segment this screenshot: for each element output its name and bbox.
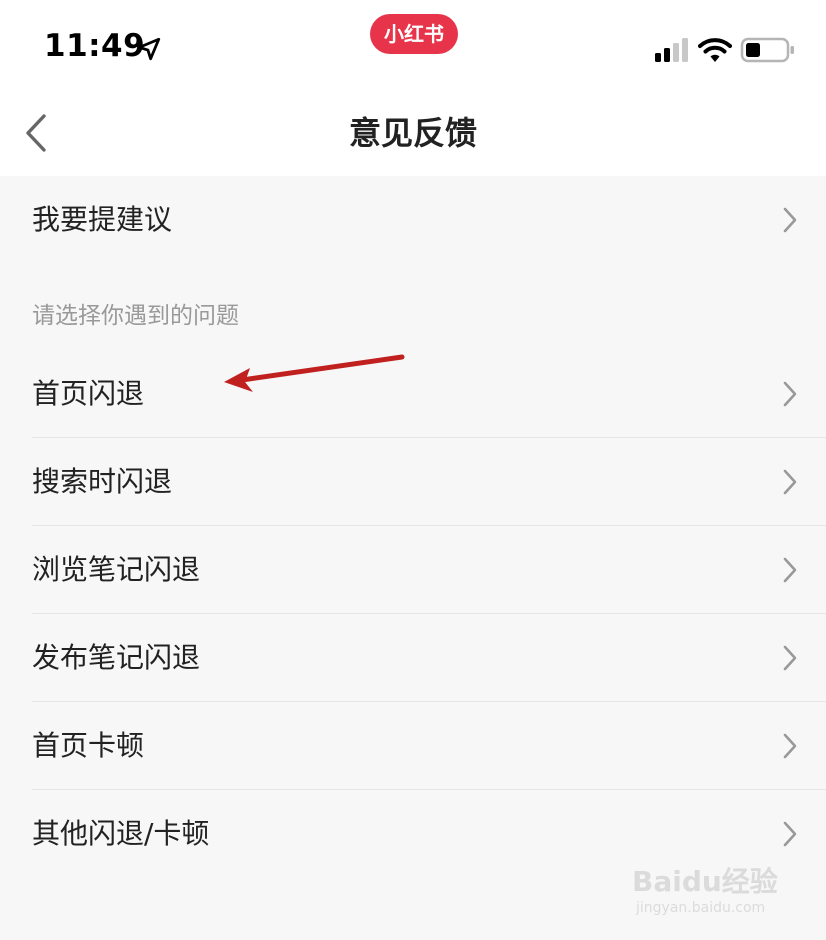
chevron-right-icon [783,207,797,233]
issue-label: 首页卡顿 [32,729,145,762]
page-title: 意见反馈 [348,114,477,152]
issue-label: 浏览笔记闪退 [32,553,201,586]
issue-label: 首页闪退 [32,377,145,410]
navigation-bar: 意见反馈 [0,90,826,176]
issue-label: 其他闪退/卡顿 [32,817,210,850]
chevron-right-icon [783,645,797,671]
status-time: 11:49 [44,28,146,64]
feedback-screen: 11:49 小红书 意见反馈 我要提建议 请选择你遇到的问题 首页闪退 搜索时闪… [0,0,826,940]
issue-label: 发布笔记闪退 [32,641,201,674]
issue-row-browse-crash[interactable]: 浏览笔记闪退 [0,526,826,614]
chevron-left-icon[interactable] [22,112,52,154]
battery-icon [740,37,794,63]
issue-row-home-crash[interactable]: 首页闪退 [0,350,826,438]
chevron-right-icon [783,821,797,847]
issue-label: 搜索时闪退 [32,465,173,498]
location-arrow-icon [137,37,161,61]
section-header: 请选择你遇到的问题 [32,303,239,329]
annotation-arrow-icon [224,354,405,392]
app-badge: 小红书 [370,14,458,54]
watermark-sub: jingyan.baidu.com [636,900,766,916]
suggestion-row[interactable]: 我要提建议 [0,176,826,264]
issue-row-publish-crash[interactable]: 发布笔记闪退 [0,614,826,702]
issue-row-search-crash[interactable]: 搜索时闪退 [0,438,826,526]
cellular-signal-icon [655,38,688,62]
issue-row-home-lag[interactable]: 首页卡顿 [0,702,826,790]
wifi-icon [698,38,732,62]
chevron-right-icon [783,733,797,759]
suggestion-label: 我要提建议 [32,203,173,236]
chevron-right-icon [783,557,797,583]
status-bar: 11:49 小红书 [0,0,826,90]
chevron-right-icon [783,469,797,495]
watermark: Baidu经验 jingyan.baidu.com [632,850,792,930]
chevron-right-icon [783,381,797,407]
watermark-main: Baidu经验 [632,865,778,898]
